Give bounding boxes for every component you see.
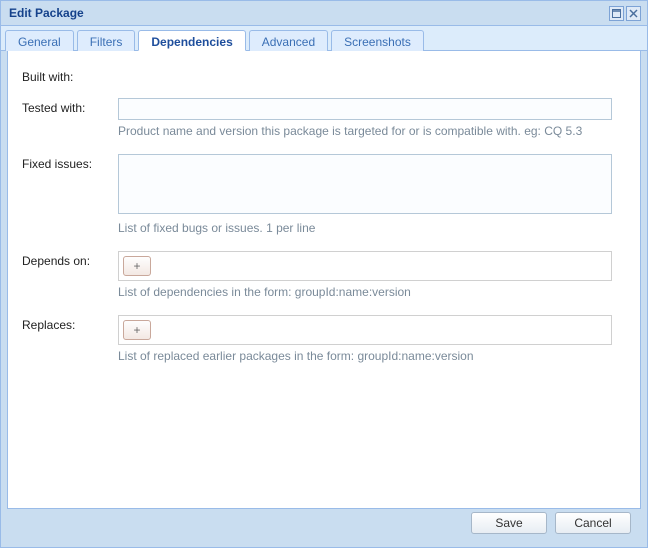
built-with-label: Built with:	[22, 67, 118, 84]
tab-general[interactable]: General	[5, 30, 74, 51]
tabstrip: General Filters Dependencies Advanced Sc…	[1, 25, 647, 51]
tab-dependencies[interactable]: Dependencies	[138, 30, 245, 51]
edit-package-dialog: Edit Package General Filters Dependencie…	[0, 0, 648, 548]
dependencies-panel: Built with: Tested with: Product name an…	[7, 51, 641, 509]
close-icon	[629, 9, 638, 18]
titlebar-tools	[609, 6, 641, 21]
depends-on-field: +	[118, 251, 612, 281]
depends-on-add-button[interactable]: +	[123, 256, 151, 276]
maximize-button[interactable]	[609, 6, 624, 21]
replaces-field: +	[118, 315, 612, 345]
plus-icon: +	[133, 260, 140, 272]
dialog-title: Edit Package	[9, 6, 609, 20]
replaces-label: Replaces:	[22, 315, 118, 332]
replaces-help: List of replaced earlier packages in the…	[118, 349, 474, 363]
fixed-issues-help: List of fixed bugs or issues. 1 per line	[118, 221, 315, 235]
tested-with-label: Tested with:	[22, 98, 118, 115]
fixed-issues-input[interactable]	[118, 154, 612, 214]
tab-screenshots[interactable]: Screenshots	[331, 30, 424, 51]
depends-on-label: Depends on:	[22, 251, 118, 268]
tested-with-help: Product name and version this package is…	[118, 124, 582, 138]
fixed-issues-label: Fixed issues:	[22, 154, 118, 171]
plus-icon: +	[133, 324, 140, 336]
maximize-icon	[612, 9, 621, 18]
dialog-body: Built with: Tested with: Product name an…	[1, 51, 647, 547]
titlebar: Edit Package	[1, 1, 647, 25]
replaces-add-button[interactable]: +	[123, 320, 151, 340]
close-button[interactable]	[626, 6, 641, 21]
cancel-button[interactable]: Cancel	[555, 512, 631, 534]
save-button[interactable]: Save	[471, 512, 547, 534]
depends-on-help: List of dependencies in the form: groupI…	[118, 285, 411, 299]
button-bar: Save Cancel	[7, 509, 641, 541]
tab-filters[interactable]: Filters	[77, 30, 136, 51]
tab-advanced[interactable]: Advanced	[249, 30, 328, 51]
tested-with-input[interactable]	[118, 98, 612, 120]
